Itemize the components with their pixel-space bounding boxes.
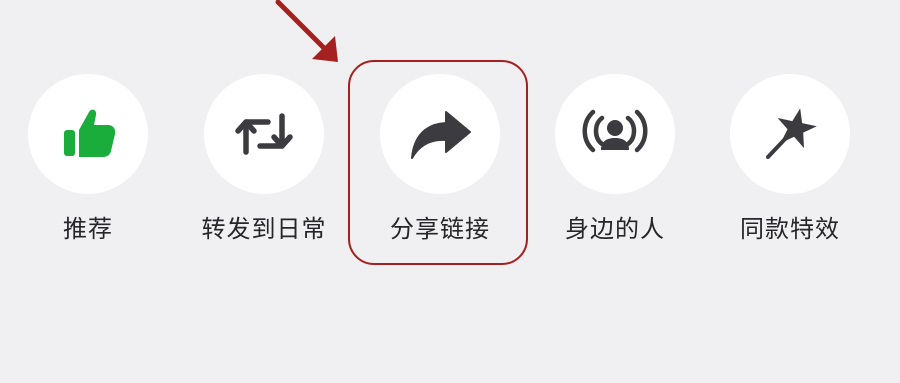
repost-to-daily-label: 转发到日常 <box>201 215 327 243</box>
annotation-arrow <box>275 0 338 62</box>
nearby-people-icon-circle[interactable] <box>555 74 675 194</box>
share-arrow-icon <box>411 111 471 159</box>
same-effect-label: 同款特效 <box>740 215 840 243</box>
share-link-button[interactable]: 分享链接 <box>365 74 515 254</box>
repost-icon-circle[interactable] <box>204 74 324 194</box>
recommend-icon-circle[interactable] <box>28 74 148 194</box>
recommend-label: 推荐 <box>63 215 113 243</box>
share-link-label: 分享链接 <box>390 215 490 243</box>
share-link-icon-circle[interactable] <box>380 74 500 194</box>
magic-wand-icon <box>766 108 817 159</box>
same-effect-icon-circle[interactable] <box>730 74 850 194</box>
nearby-people-label: 身边的人 <box>565 215 665 243</box>
nearby-people-icon <box>582 109 648 153</box>
share-panel: 推荐 转发到日常 分享链接 身边的人 同款特效 <box>0 0 900 383</box>
nearby-people-button[interactable]: 身边的人 <box>540 74 690 254</box>
thumbs-up-icon <box>64 109 116 157</box>
recommend-button[interactable]: 推荐 <box>13 74 163 254</box>
repost-icon <box>235 113 293 155</box>
repost-to-daily-button[interactable]: 转发到日常 <box>189 74 339 254</box>
same-effect-button[interactable]: 同款特效 <box>715 74 865 254</box>
